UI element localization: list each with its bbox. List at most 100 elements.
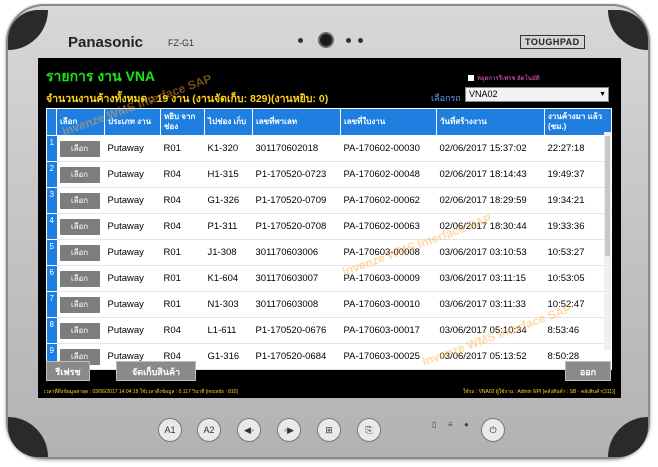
select-row-button[interactable]: เลือก	[59, 166, 100, 183]
table-row[interactable]: 6 เลือก Putaway R01 K1-604 301170603007 …	[46, 265, 612, 292]
cell-pallet: P1-170520-0708	[252, 213, 341, 240]
row-index: 5	[46, 239, 57, 266]
cell-age: 10:52:47	[544, 291, 612, 318]
select-row-button[interactable]: เลือก	[59, 218, 100, 235]
power-led-icon: ●	[464, 420, 469, 429]
model-label: FZ-G1	[168, 38, 194, 48]
cell-to: G1-326	[204, 187, 253, 214]
a2-hardware-button[interactable]: A2	[197, 418, 221, 442]
cell-created: 02/06/2017 18:29:59	[436, 187, 545, 214]
cell-age: 19:49:37	[544, 161, 612, 188]
table-row[interactable]: 5 เลือก Putaway R01 J1-308 301170603006 …	[46, 239, 612, 266]
row-index: 6	[46, 265, 57, 292]
table-row[interactable]: 7 เลือก Putaway R01 N1-303 301170603008 …	[46, 291, 612, 318]
power-button[interactable]: ⏻	[481, 418, 505, 442]
cell-created: 02/06/2017 18:30:44	[436, 213, 545, 240]
col-header-index	[46, 108, 57, 136]
cell-to: N1-303	[204, 291, 253, 318]
cell-doc: PA-170603-00009	[340, 265, 437, 292]
auto-refresh-toggle[interactable]: หยุดการรีเฟรช อัตโนมัติ	[468, 73, 540, 83]
refresh-button[interactable]: รีเฟรช	[46, 361, 90, 381]
cell-from: R01	[160, 291, 205, 318]
checkbox[interactable]	[468, 75, 474, 81]
cell-pallet: 301170603006	[252, 239, 341, 266]
col-header-created[interactable]: วันที่สร้างงาน	[436, 108, 545, 136]
app-screen: รายการ งาน VNA จำนวนงานค้างทั้งหมด : 19 …	[38, 58, 621, 398]
exit-button[interactable]: ออก	[565, 361, 611, 381]
cell-type: Putaway	[104, 161, 161, 188]
volume-down-button[interactable]: ◀◦	[237, 418, 261, 442]
brand-logo: Panasonic	[68, 34, 144, 51]
table-scrollbar[interactable]	[604, 132, 611, 350]
battery-led-icon: ▯	[432, 420, 437, 429]
cell-from: R01	[160, 265, 205, 292]
cell-type: Putaway	[104, 213, 161, 240]
store-goods-button[interactable]: จัดเก็บสินค้า	[116, 361, 196, 381]
vehicle-select[interactable]: VNA02 ▼	[465, 87, 609, 102]
page-title: รายการ งาน VNA	[46, 68, 156, 84]
a1-hardware-button[interactable]: A1	[158, 418, 182, 442]
cell-to: G1-316	[204, 343, 253, 370]
table-row[interactable]: 4 เลือก Putaway R04 P1-311 P1-170520-070…	[46, 213, 612, 240]
cell-doc: PA-170602-00048	[340, 161, 437, 188]
cell-created: 02/06/2017 18:14:43	[436, 161, 545, 188]
table-row[interactable]: 3 เลือก Putaway R04 G1-326 P1-170520-070…	[46, 187, 612, 214]
storage-led-icon: ≡	[448, 420, 453, 429]
row-index: 2	[46, 161, 57, 188]
col-header-to[interactable]: ไปช่อง เก็บ	[204, 108, 253, 136]
col-header-type[interactable]: ประเภท งาน	[104, 108, 161, 136]
col-header-pallet[interactable]: เลขที่พาเลท	[252, 108, 341, 136]
cell-to: J1-308	[204, 239, 253, 266]
cell-created: 03/06/2017 05:13:52	[436, 343, 545, 370]
cell-age: 22:27:18	[544, 135, 612, 162]
cell-doc: PA-170602-00030	[340, 135, 437, 162]
scrollbar-thumb[interactable]	[605, 136, 610, 256]
cell-age: 10:53:05	[544, 265, 612, 292]
cell-type: Putaway	[104, 187, 161, 214]
col-header-doc[interactable]: เลขที่ใบงาน	[340, 108, 437, 136]
volume-up-button[interactable]: ◦▶	[277, 418, 301, 442]
cell-to: P1-311	[204, 213, 253, 240]
cell-from: R04	[160, 317, 205, 344]
cell-pallet: 301170602018	[252, 135, 341, 162]
cell-type: Putaway	[104, 291, 161, 318]
cell-pallet: P1-170520-0723	[252, 161, 341, 188]
cell-age: 10:53:27	[544, 239, 612, 266]
select-row-button[interactable]: เลือก	[59, 140, 100, 157]
col-header-select[interactable]: เลือก	[56, 108, 105, 136]
select-row-button[interactable]: เลือก	[59, 296, 100, 313]
cell-type: Putaway	[104, 265, 161, 292]
table-row[interactable]: 2 เลือก Putaway R04 H1-315 P1-170520-072…	[46, 161, 612, 188]
cell-from: R04	[160, 187, 205, 214]
select-row-button[interactable]: เลือก	[59, 192, 100, 209]
camera-icon	[320, 34, 332, 46]
select-row-button[interactable]: เลือก	[59, 270, 100, 287]
table-row[interactable]: 1 เลือก Putaway R01 K1-320 301170602018 …	[46, 135, 612, 162]
rotation-lock-button[interactable]: ⎘	[357, 418, 381, 442]
cell-doc: PA-170602-00062	[340, 187, 437, 214]
bumper-corner	[608, 417, 648, 457]
cell-doc: PA-170603-00017	[340, 317, 437, 344]
task-table: เลือก ประเภท งาน หยิบ จากช่อง ไปช่อง เก็…	[46, 108, 612, 370]
cell-doc: PA-170603-00025	[340, 343, 437, 370]
row-index: 3	[46, 187, 57, 214]
cell-doc: PA-170603-00010	[340, 291, 437, 318]
table-header: เลือก ประเภท งาน หยิบ จากช่อง ไปช่อง เก็…	[46, 108, 612, 136]
col-header-age[interactable]: งานค้างมา แล้ว (ชม.)	[544, 108, 612, 136]
checkbox-label: หยุดการรีเฟรช อัตโนมัติ	[477, 76, 540, 82]
sensor-dot	[298, 38, 303, 43]
col-header-from[interactable]: หยิบ จากช่อง	[160, 108, 205, 136]
cell-doc: PA-170603-00008	[340, 239, 437, 266]
vehicle-select-value: VNA02	[469, 89, 498, 99]
table-row[interactable]: 8 เลือก Putaway R04 L1-611 P1-170520-067…	[46, 317, 612, 344]
select-row-button[interactable]: เลือก	[59, 322, 100, 339]
bumper-corner	[608, 10, 648, 50]
cell-from: R04	[160, 161, 205, 188]
select-row-button[interactable]: เลือก	[59, 244, 100, 261]
windows-button[interactable]: ⊞	[317, 418, 341, 442]
cell-created: 03/06/2017 05:10:34	[436, 317, 545, 344]
cell-type: Putaway	[104, 239, 161, 266]
cell-pallet: P1-170520-0709	[252, 187, 341, 214]
cell-to: K1-320	[204, 135, 253, 162]
sensor-dot	[358, 38, 363, 43]
